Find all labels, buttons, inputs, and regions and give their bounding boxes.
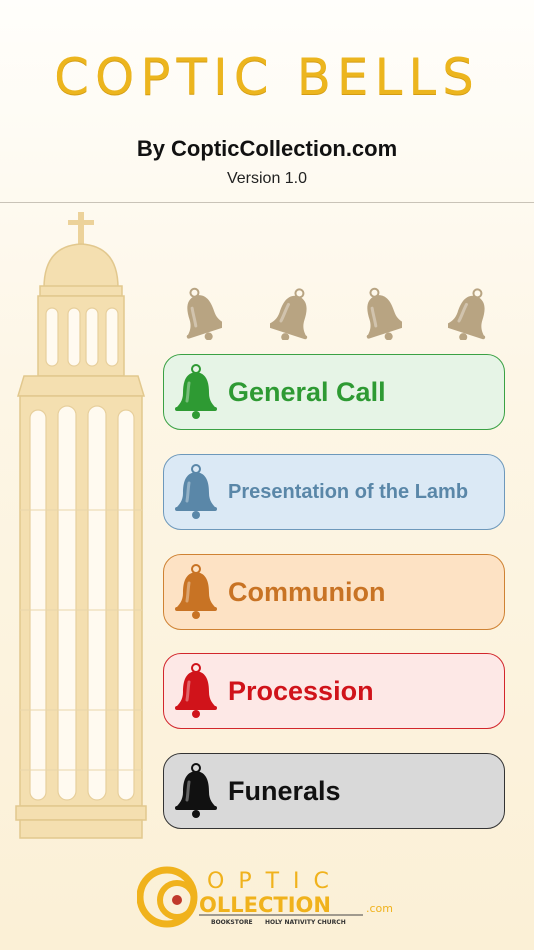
logo-tagline-right: HOLY NATIVITY CHURCH: [265, 919, 346, 926]
swinging-bell-icon: [366, 287, 402, 340]
bell-icon: [175, 663, 217, 718]
swinging-bell-icon: [186, 287, 222, 340]
bell-button-label: Communion: [228, 576, 386, 607]
app-title: Coptic Bells: [54, 48, 480, 106]
communion-button[interactable]: Communion: [163, 554, 505, 630]
logo-word-1: OPTIC: [207, 869, 343, 894]
bell-button-label: Presentation of the Lamb: [228, 480, 469, 503]
procession-button[interactable]: Procession: [163, 653, 505, 729]
logo-suffix: .com: [366, 902, 393, 915]
church-tower-illustration: [15, 212, 147, 839]
bell-button-label: Procession: [228, 675, 374, 706]
version-label: Version 1.0: [226, 170, 308, 187]
bell-icon: [175, 763, 217, 818]
bell-row: [176, 286, 506, 342]
bell-button-label: Funerals: [228, 775, 341, 806]
coptic-collection-logo[interactable]: OPTIC OLLECTION .com BOOKSTORE HOLY NATI…: [137, 864, 399, 930]
swinging-bell-icon: [448, 288, 486, 340]
funerals-button[interactable]: Funerals: [163, 753, 505, 829]
logo-tagline-left: BOOKSTORE: [211, 919, 253, 926]
presentation-of-the-lamb-button[interactable]: Presentation of the Lamb: [163, 454, 505, 530]
byline: By CopticCollection.com: [136, 136, 398, 161]
bell-icon: [175, 364, 217, 419]
divider: [0, 202, 534, 203]
general-call-button[interactable]: General Call: [163, 354, 505, 430]
bell-button-label: General Call: [228, 376, 386, 407]
bell-icon: [175, 464, 217, 519]
swinging-bell-icon: [270, 288, 308, 340]
bell-icon: [175, 564, 217, 619]
logo-word-2: OLLECTION: [199, 893, 331, 917]
